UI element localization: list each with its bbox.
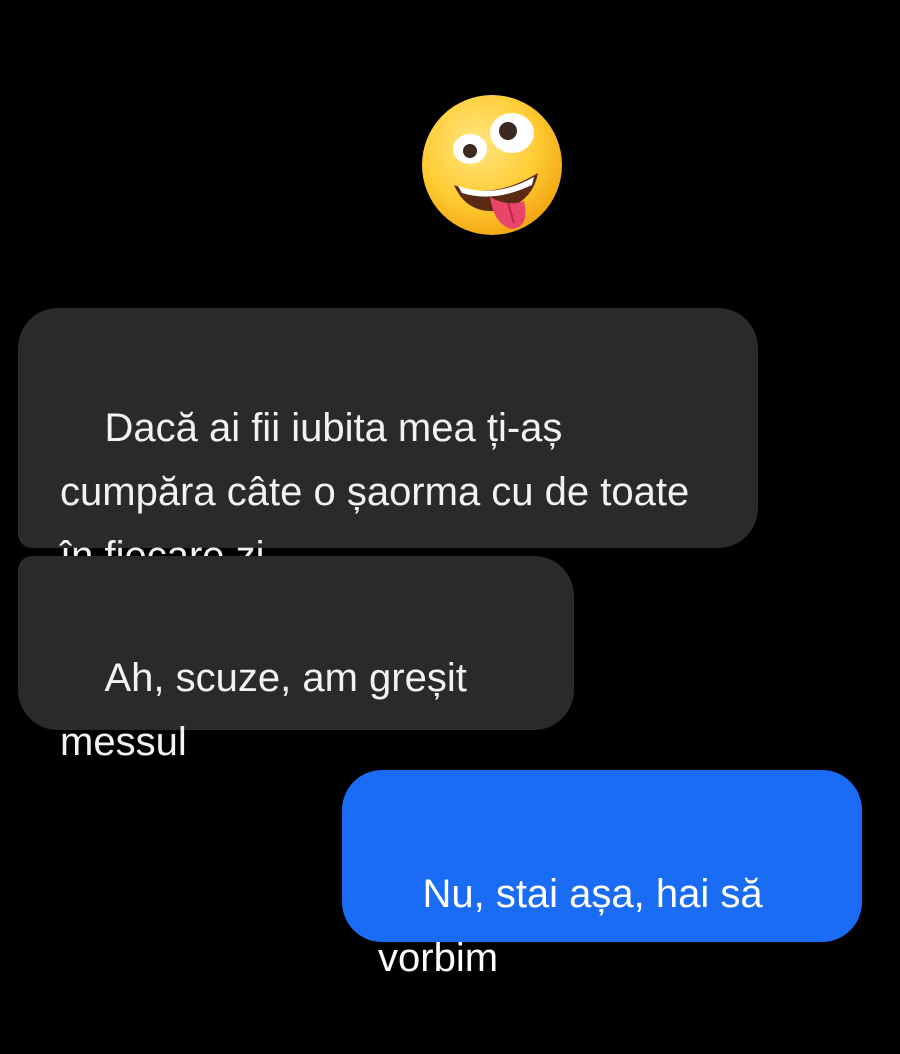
message-text: Nu, stai așa, hai să vorbim bbox=[378, 872, 774, 980]
message-text: Ah, scuze, am greșit messul bbox=[60, 656, 478, 764]
message-text: Dacă ai fii iubita mea ți-aș cumpăra cât… bbox=[60, 406, 690, 578]
incoming-message[interactable]: Dacă ai fii iubita mea ți-aș cumpăra cât… bbox=[18, 308, 758, 578]
zany-face-icon bbox=[420, 93, 564, 237]
chat-conversation: Dacă ai fii iubita mea ți-aș cumpăra cât… bbox=[0, 0, 900, 980]
incoming-message[interactable]: Ah, scuze, am greșit messul bbox=[18, 556, 574, 764]
outgoing-message[interactable]: Nu, stai așa, hai să vorbim bbox=[342, 770, 862, 980]
